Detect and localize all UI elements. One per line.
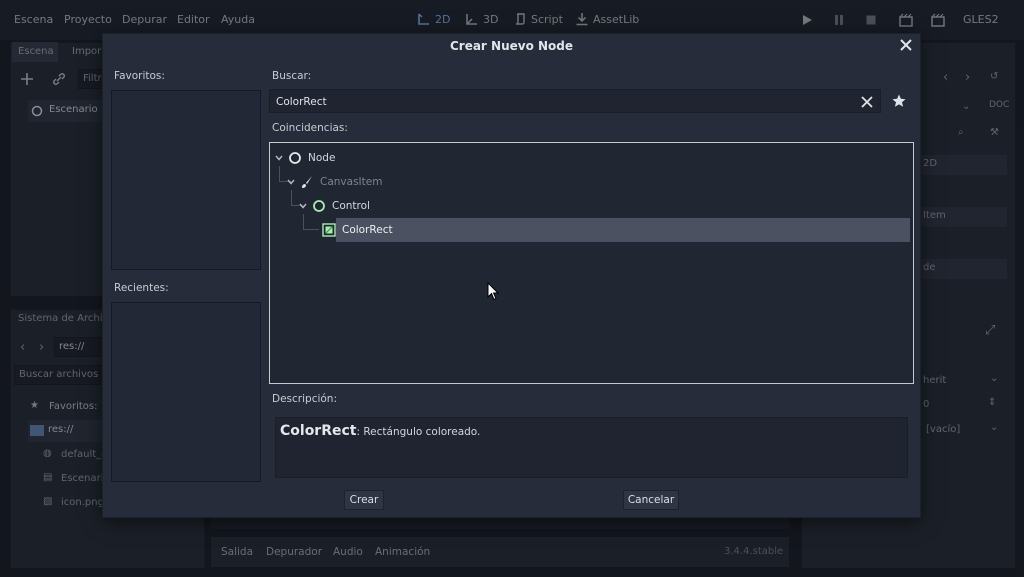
- dialog-title: Crear Nuevo Node: [449, 39, 574, 53]
- tree-item-label: ColorRect: [342, 224, 393, 236]
- selected-row-highlight: [336, 218, 910, 242]
- tree-item-label: Node: [308, 152, 336, 164]
- search-label: Buscar:: [272, 70, 312, 82]
- description-box: ColorRect: Rectángulo coloreado.: [275, 417, 908, 478]
- favorites-label: Favoritos:: [114, 70, 165, 82]
- search-input-value: ColorRect: [276, 96, 327, 108]
- cancel-button[interactable]: Cancelar: [623, 490, 679, 510]
- description-name: ColorRect: [280, 423, 357, 439]
- tree-item-label: Control: [332, 200, 370, 212]
- tree-item-canvasitem[interactable]: CanvasItem: [286, 171, 382, 193]
- description-text: : Rectángulo coloreado.: [356, 426, 481, 438]
- create-button[interactable]: Crear: [344, 490, 384, 510]
- star-icon[interactable]: [891, 93, 907, 109]
- recent-list[interactable]: [111, 302, 261, 482]
- tree-item-label: CanvasItem: [320, 176, 383, 188]
- close-icon[interactable]: [898, 37, 914, 53]
- chevron-down-icon[interactable]: [298, 201, 308, 211]
- matches-label: Coincidencias:: [272, 122, 348, 134]
- matches-tree: Node CanvasItem Control ColorRect: [269, 142, 914, 384]
- control-circle-icon: [313, 200, 325, 212]
- chevron-down-icon[interactable]: [274, 153, 284, 163]
- recent-label: Recientes:: [114, 282, 169, 294]
- create-node-dialog: Crear Nuevo Node Favoritos: Recientes: B…: [102, 33, 921, 518]
- mouse-cursor-icon: [487, 282, 499, 301]
- chevron-down-icon[interactable]: [286, 177, 296, 187]
- node-circle-icon: [289, 152, 301, 164]
- clear-icon[interactable]: [860, 95, 874, 109]
- color-rect-icon: [322, 223, 336, 237]
- search-input[interactable]: ColorRect: [269, 89, 881, 113]
- tree-item-colorrect[interactable]: ColorRect: [322, 219, 393, 241]
- tree-item-control[interactable]: Control: [298, 195, 370, 217]
- favorites-list[interactable]: [111, 90, 261, 270]
- brush-icon: [302, 176, 312, 188]
- description-label: Descripción:: [272, 393, 337, 405]
- tree-item-node[interactable]: Node: [274, 147, 335, 169]
